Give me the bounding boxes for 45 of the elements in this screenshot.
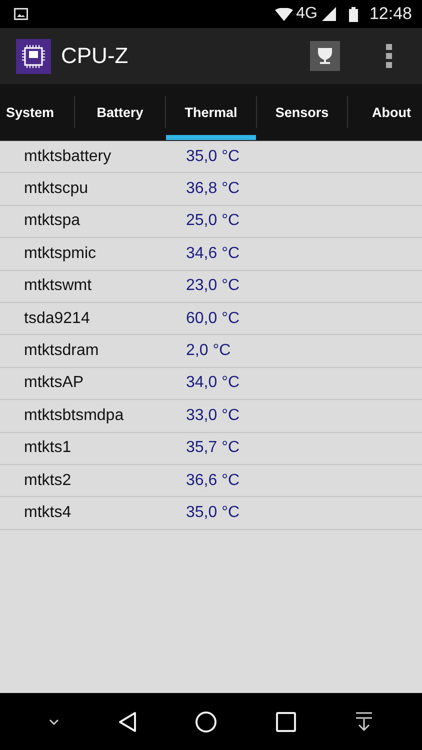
sensor-value: 25,0 °C: [186, 212, 240, 230]
trophy-button[interactable]: [310, 41, 340, 71]
tab[interactable]: System: [0, 84, 74, 140]
network-type: 4G: [296, 5, 318, 23]
signal-icon: [322, 7, 336, 21]
tab[interactable]: Battery: [75, 84, 165, 140]
sensor-value: 35,7 °C: [186, 439, 240, 458]
sensor-value: 35,0 °C: [186, 504, 240, 522]
sensor-name: mtktspmic: [23, 244, 97, 263]
sensor-name: mtkts4: [23, 504, 72, 522]
sensor-value: 33,0 °C: [186, 406, 240, 425]
sensor-name: mtktspa: [23, 212, 82, 230]
sensor-value: 36,8 °C: [186, 180, 240, 198]
image-icon: [14, 8, 28, 20]
sensor-name: mtktswmt: [23, 277, 93, 296]
tab[interactable]: Sensors: [257, 84, 347, 140]
sensor-name: tsda9214: [23, 310, 91, 328]
sensor-name: mtkts2: [23, 472, 72, 490]
sensor-name: mtktsAP: [23, 374, 85, 392]
recents-icon[interactable]: [276, 712, 296, 732]
chip-icon: [16, 38, 51, 74]
trophy-icon: [315, 46, 335, 66]
app-title: CPU-Z: [61, 43, 128, 69]
chevron-down-icon[interactable]: [49, 718, 60, 724]
sensor-value: 35,0 °C: [186, 148, 240, 166]
back-icon[interactable]: [118, 710, 137, 732]
home-icon[interactable]: [195, 710, 218, 732]
sensor-name: mtktsbattery: [23, 148, 112, 166]
wifi-icon: [275, 8, 294, 20]
sensor-value: 34,6 °C: [186, 244, 240, 263]
sensor-name: mtktsdram: [23, 342, 100, 360]
notification-pull-icon[interactable]: [354, 712, 373, 732]
clock: 12:48: [369, 4, 412, 24]
sensor-name: mtkts1: [23, 439, 72, 458]
sensor-name: mtktscpu: [23, 180, 90, 198]
battery-icon: [349, 6, 358, 22]
tab[interactable]: About: [348, 84, 422, 140]
sensor-value: 34,0 °C: [186, 374, 240, 392]
sensor-value: 60,0 °C: [186, 310, 240, 328]
sensor-name: mtktsbtsmdpa: [23, 406, 125, 425]
sensor-value: 23,0 °C: [186, 277, 240, 296]
sensor-value: 36,6 °C: [186, 472, 240, 490]
sensor-value: 2,0 °C: [186, 342, 231, 360]
more-menu-icon[interactable]: [386, 44, 392, 68]
tab[interactable]: Thermal: [166, 84, 256, 140]
